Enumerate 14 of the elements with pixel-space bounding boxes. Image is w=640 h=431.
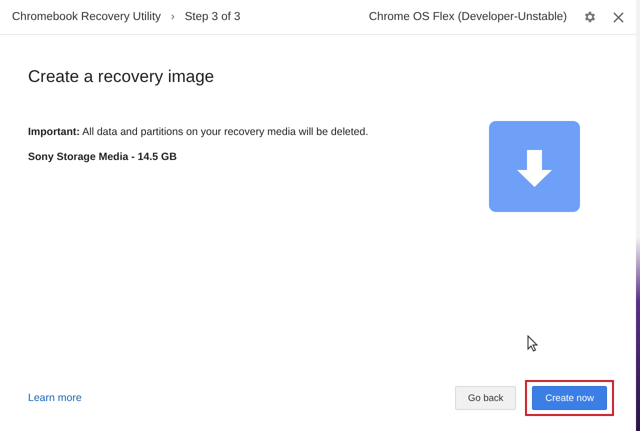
app-title: Chromebook Recovery Utility — [12, 11, 161, 23]
back-button[interactable]: Go back — [455, 386, 516, 410]
create-button[interactable]: Create now — [532, 386, 607, 410]
device-name: Sony Storage Media - 14.5 GB — [28, 151, 178, 163]
close-icon[interactable] — [613, 12, 624, 22]
download-icon — [489, 121, 580, 212]
image-name: Chrome OS Flex (Developer-Unstable) — [368, 11, 567, 23]
learn-more-link[interactable]: Learn more — [28, 392, 82, 404]
cursor-icon — [527, 335, 539, 352]
page-heading: Create a recovery image — [28, 67, 216, 87]
step-indicator: Step 3 of 3 — [184, 11, 240, 23]
warning-text: Important: All data and partitions on your recovery media will be deleted. — [28, 126, 368, 138]
settings-icon[interactable] — [583, 10, 597, 24]
breadcrumb-separator: › — [170, 11, 175, 23]
